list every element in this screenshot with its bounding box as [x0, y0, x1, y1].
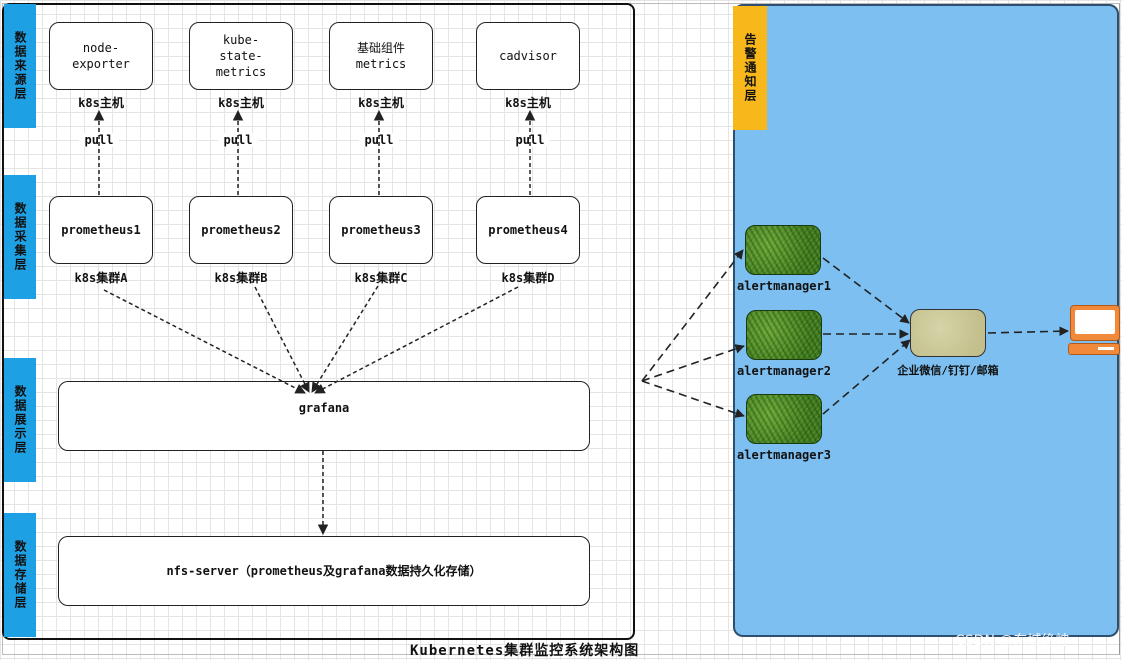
main-to-alertmanager-arrow	[641, 380, 745, 418]
diagram-title: Kubernetes集群监控系统架构图	[410, 643, 640, 659]
prometheus-to-grafana-arrow	[254, 286, 310, 393]
main-to-alertmanager-arrow	[641, 344, 745, 382]
hub-to-terminal-arrow	[987, 326, 1069, 337]
prometheus-to-grafana-arrow	[103, 289, 306, 394]
connector-layer	[93, 109, 1069, 536]
alertmanager-to-hub-arrow	[822, 257, 910, 324]
prometheus-to-grafana-arrow	[314, 286, 519, 394]
prometheus-to-grafana-arrow	[311, 285, 379, 393]
main-to-alertmanager-arrow	[641, 249, 744, 382]
watermark: CSDN @东城绝神	[955, 633, 1070, 649]
alertmanager-to-hub-arrow	[822, 339, 911, 415]
